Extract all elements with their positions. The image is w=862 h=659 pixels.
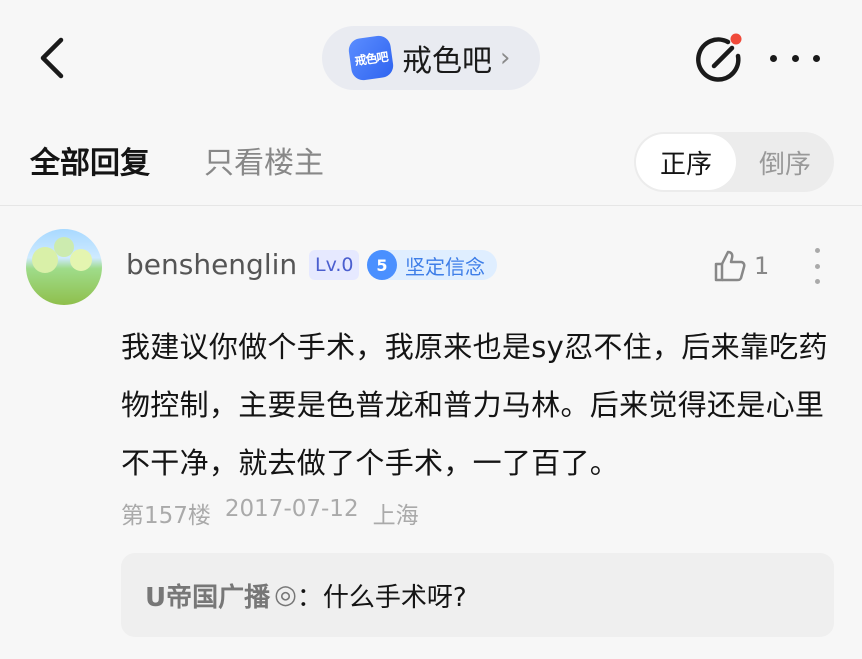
edit-button[interactable] [692, 30, 748, 86]
post-location: 上海 [372, 503, 419, 529]
more-icon[interactable] [770, 40, 820, 76]
notification-dot [730, 33, 742, 45]
thumbs-up-icon [714, 250, 746, 282]
post-meta: 第157楼 2017-07-12 上海 [121, 496, 419, 530]
top-nav-bar: 戒色吧 戒色吧 › [0, 0, 862, 118]
back-icon [40, 37, 64, 79]
like-count: 1 [754, 252, 770, 280]
like-button[interactable]: 1 [712, 246, 769, 286]
forum-name: 戒色吧 [402, 44, 492, 79]
level-badge: Lv.0 [309, 250, 360, 280]
forum-logo: 戒色吧 [347, 34, 395, 82]
post-more-icon[interactable] [808, 248, 826, 284]
title-text: 坚定信念 [405, 254, 485, 279]
sort-ascending-button[interactable]: 正序 [636, 134, 736, 190]
floor-number: 第157楼 [121, 503, 211, 529]
post-body: 我建议你做个手术，我原来也是sy忍不住，后来靠吃药物控制，主要是色普龙和普力马林… [121, 330, 828, 480]
edit-icon [696, 33, 742, 82]
username[interactable]: benshenglin [126, 248, 297, 281]
sort-toggle: 正序 倒序 [634, 132, 834, 192]
chevron-right-icon: › [500, 43, 511, 73]
reply-filter-tabs: 全部回复 只看楼主 正序 倒序 [0, 118, 862, 206]
divider [0, 205, 862, 206]
reply-text: ：什么手术呀? [296, 582, 467, 613]
title-level: 5 [367, 250, 397, 280]
post-date: 2017-07-12 [224, 496, 359, 522]
sort-descending-button[interactable]: 倒序 [738, 134, 832, 190]
back-button[interactable] [30, 30, 74, 86]
reply-username[interactable]: U帝国广播 [145, 577, 270, 614]
title-badge: 5 坚定信念 [367, 250, 497, 280]
reply-preview[interactable]: U帝国广播 ◎ ：什么手术呀? [121, 553, 834, 637]
reply-user-mark: ◎ [274, 580, 297, 610]
tab-all-replies[interactable]: 全部回复 [30, 138, 150, 182]
avatar[interactable] [26, 229, 102, 305]
forum-entry-button[interactable]: 戒色吧 戒色吧 › [322, 26, 540, 90]
tab-owner-only[interactable]: 只看楼主 [204, 138, 324, 182]
